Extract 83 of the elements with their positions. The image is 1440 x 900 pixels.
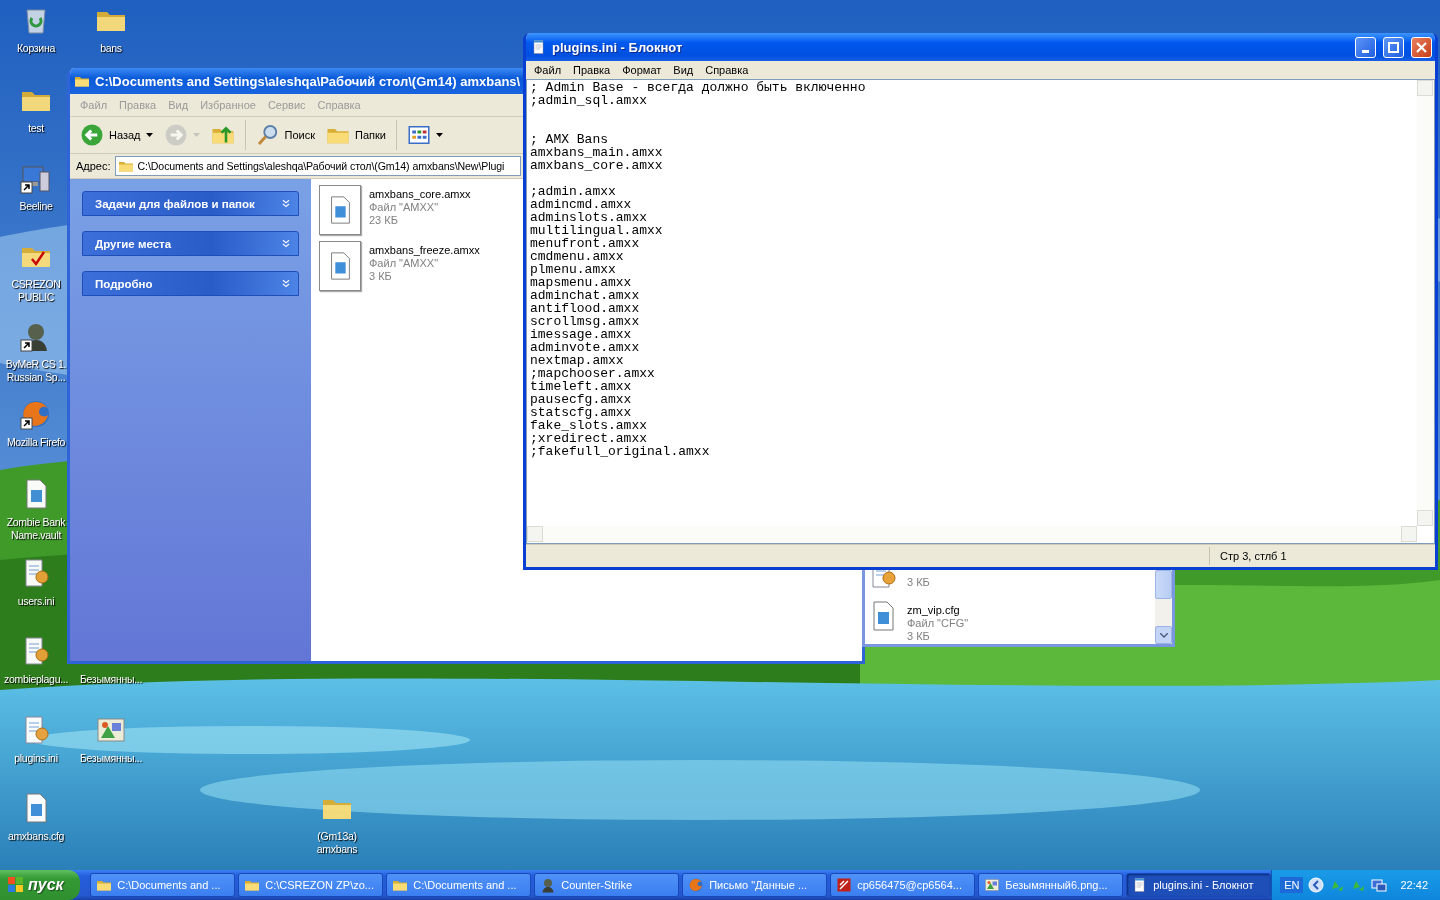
desktop-icon-label: amxbans.cfg [7,830,65,843]
menu-item[interactable]: Правка [567,63,617,77]
taskbar-button[interactable]: Counter-Strike [534,873,680,897]
menu-item[interactable]: Файл [528,63,568,77]
back-button[interactable]: Назад [76,121,157,149]
close-button[interactable] [1411,36,1432,58]
caret-icon [145,133,153,137]
network-icon[interactable] [1371,877,1388,893]
menu-item[interactable]: Вид [667,63,700,77]
close-icon [1416,41,1427,53]
globe-icon [688,877,705,893]
scrollbar-thumb[interactable] [1155,570,1172,599]
task-panel-header[interactable]: Другие места [82,231,299,256]
file-name[interactable]: amxbans_core.amxx [369,188,471,201]
file-type: Файл "AMXX" [369,257,440,270]
vertical-scrollbar[interactable] [1417,80,1434,526]
forward-icon [163,123,188,147]
desktop-icon-label: Безымянны... [79,752,143,765]
taskbar-button[interactable]: C:\Documents and ... [90,873,236,897]
chevron-icon [280,277,292,290]
views-icon [406,123,431,147]
desktop-icon-label: (Gm13a) amxbans [316,830,358,856]
desktop-icon-label: test [28,122,44,135]
desktop-icon-label: Mozilla Firefo [6,436,66,449]
ftp-icon [836,877,853,893]
start-button[interactable]: пуск [0,870,81,900]
desktop-icon-label: users.ini [17,595,55,608]
image-file-icon [984,877,1001,893]
scroll-down-button[interactable] [1155,626,1172,644]
task-panel-header[interactable]: Задачи для файлов и папок [82,191,299,216]
notepad-icon [531,39,547,55]
file-size: 3 КБ [369,270,393,283]
desktop-icon-label: plugins.ini [14,752,58,765]
window-title: plugins.ini - Блокнот [552,39,684,55]
file-type: Файл "CFG" [907,617,969,630]
menu-item[interactable]: Справка [699,63,755,77]
desktop-icon-label: ByMeR CS 1. Russian Sp... [5,358,67,384]
desktop-icon-label: Beeline [19,200,53,213]
taskbar-button[interactable]: Письмо "Данные ... [682,873,828,897]
taskbar-button[interactable]: Безымянный6.png... [978,873,1124,897]
arrow-circle-icon[interactable] [1308,877,1325,893]
desktop-icon-label: zombieplagu... [3,673,69,686]
search-icon [255,123,280,147]
caret-icon [1159,632,1168,638]
window-title: C:\Documents and Settings\aleshqa\Рабочий стол\(Gm14) amxbans\ [95,73,521,89]
taskbar-button[interactable]: plugins.ini - Блокнот [1126,873,1272,897]
file-name[interactable]: zm_vip.cfg [907,604,969,617]
taskbar-button[interactable]: cp656475@cp6564... [830,873,976,897]
back-icon [80,123,104,147]
caret-icon [192,133,200,137]
address-label: Адрес: [76,160,111,172]
clock: 22:42 [1400,879,1428,891]
desktop-icon-label: bans [100,42,122,55]
horizontal-scrollbar[interactable] [527,526,1417,543]
file-type: Файл "AMXX" [369,201,440,214]
chevron-icon [280,237,292,250]
minimize-button[interactable] [1355,36,1376,58]
file-size: 3 КБ [907,630,931,643]
windows-flag-icon [8,877,24,893]
desktop-icon-label: CSREZON PUBLIC [11,278,61,304]
folders-button[interactable]: Папки [322,121,390,149]
menu-item[interactable]: Формат [616,63,668,77]
taskbar-button[interactable]: C:\Documents and ... [386,873,532,897]
language-indicator[interactable]: EN [1280,877,1304,893]
maximize-button[interactable] [1383,36,1404,58]
search-button[interactable]: Поиск [251,121,319,149]
address-field[interactable]: C:\Documents and Settings\aleshqa\Рабочий стол\(Gm14) amxbans\New\Plugi [114,156,521,176]
file-size: 23 КБ [369,214,399,227]
globe-icon[interactable] [20,398,52,430]
chevron-icon [280,197,292,210]
desktop-icon-label: Zombie Bank Name.vault [6,516,66,542]
minimize-icon [1362,49,1369,53]
file-thumbnail[interactable] [319,241,361,291]
cursor-position: Стр 3, стлб 1 [1220,550,1287,562]
taskbar-button[interactable]: C:\CSREZON ZP\zo... [238,873,384,897]
file-name[interactable]: amxbans_freeze.amxx [369,244,480,257]
desktop-icon-label: Корзина [17,42,55,55]
maximize-icon [1388,41,1399,53]
caret-icon [435,133,443,137]
task-panel-header[interactable]: Подробно [82,271,299,296]
file-thumbnail[interactable] [319,185,361,235]
desktop-icon-label: Безымянны... [79,673,143,686]
file-size: 3 КБ [907,576,930,589]
